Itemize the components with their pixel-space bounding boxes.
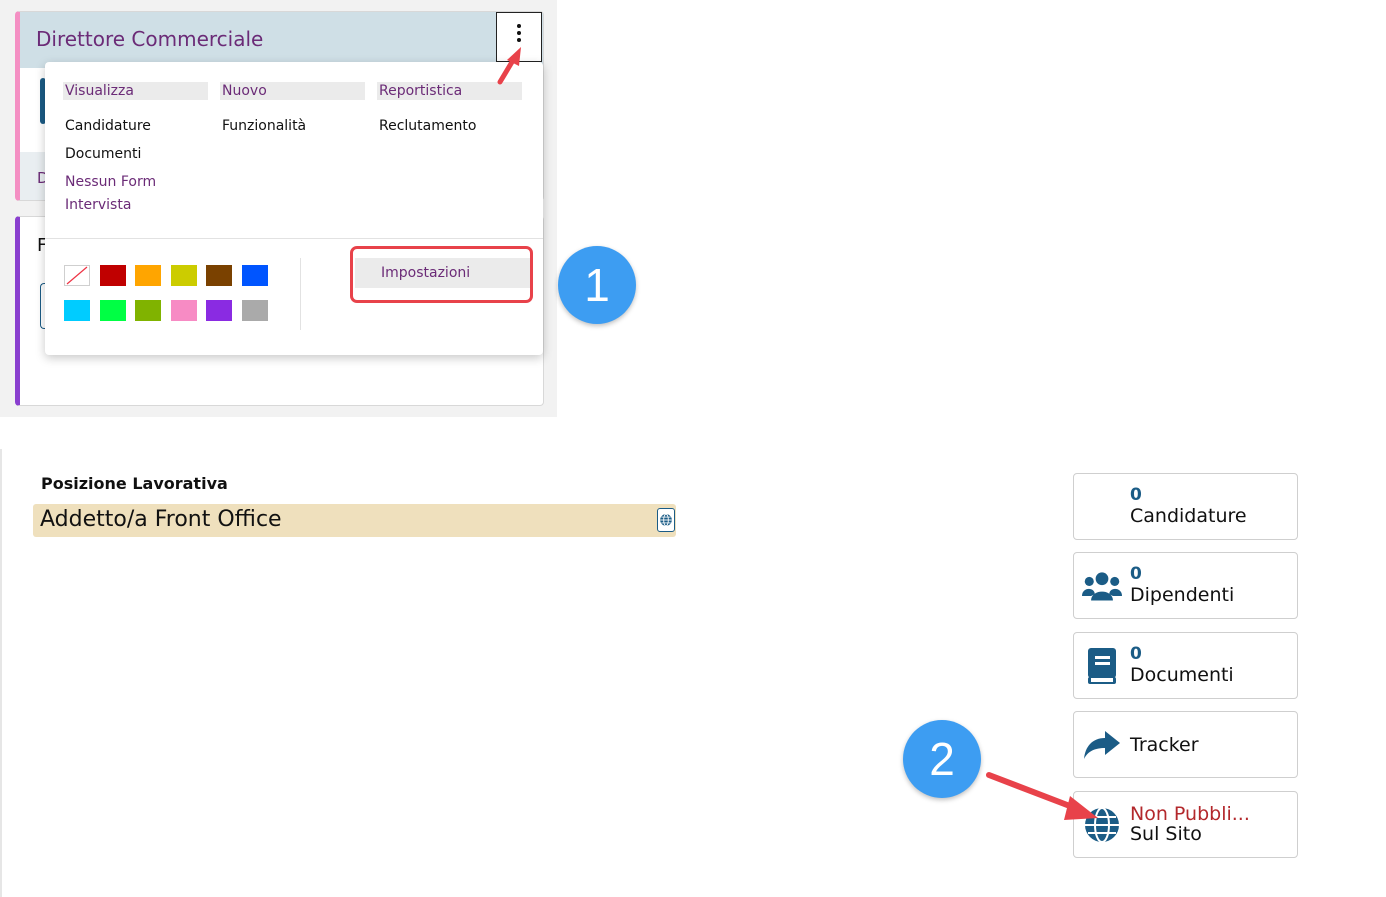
tracker-button[interactable]: Tracker <box>1073 711 1298 778</box>
dipendenti-count: 0 <box>1130 564 1142 584</box>
step-badge-1: 1 <box>558 246 636 324</box>
globe-icon <box>1082 806 1122 844</box>
candidature-label: Candidature <box>1130 505 1247 527</box>
dipendenti-label: Dipendenti <box>1130 584 1235 606</box>
position-field[interactable]: Addetto/a Front Office <box>33 504 676 537</box>
position-label: Posizione Lavorativa <box>41 474 228 493</box>
users-icon <box>1082 567 1122 605</box>
share-icon <box>1082 726 1122 764</box>
documenti-label: Documenti <box>1130 664 1234 686</box>
step-badge-2: 2 <box>903 720 981 798</box>
dipendenti-button[interactable]: 0 Dipendenti <box>1073 552 1298 619</box>
candidature-count: 0 <box>1130 485 1142 505</box>
documenti-button[interactable]: 0 Documenti <box>1073 632 1298 699</box>
candidature-button[interactable]: 0 Candidature <box>1073 473 1298 540</box>
annotation-arrow-1 <box>497 47 521 85</box>
publish-status: Non Pubbli... <box>1130 803 1250 825</box>
position-value: Addetto/a Front Office <box>40 507 282 532</box>
tracker-label: Tracker <box>1130 734 1199 756</box>
book-icon <box>1082 647 1122 685</box>
documenti-count: 0 <box>1130 644 1142 664</box>
globe-icon[interactable] <box>657 508 675 532</box>
screenshot-top-panel: Direttore Commerciale D F Visualizza Can… <box>0 0 557 417</box>
publish-status-button[interactable]: Non Pubbli... Sul Sito <box>1073 791 1298 858</box>
panel-border <box>0 449 2 897</box>
publish-label: Sul Sito <box>1130 823 1202 845</box>
